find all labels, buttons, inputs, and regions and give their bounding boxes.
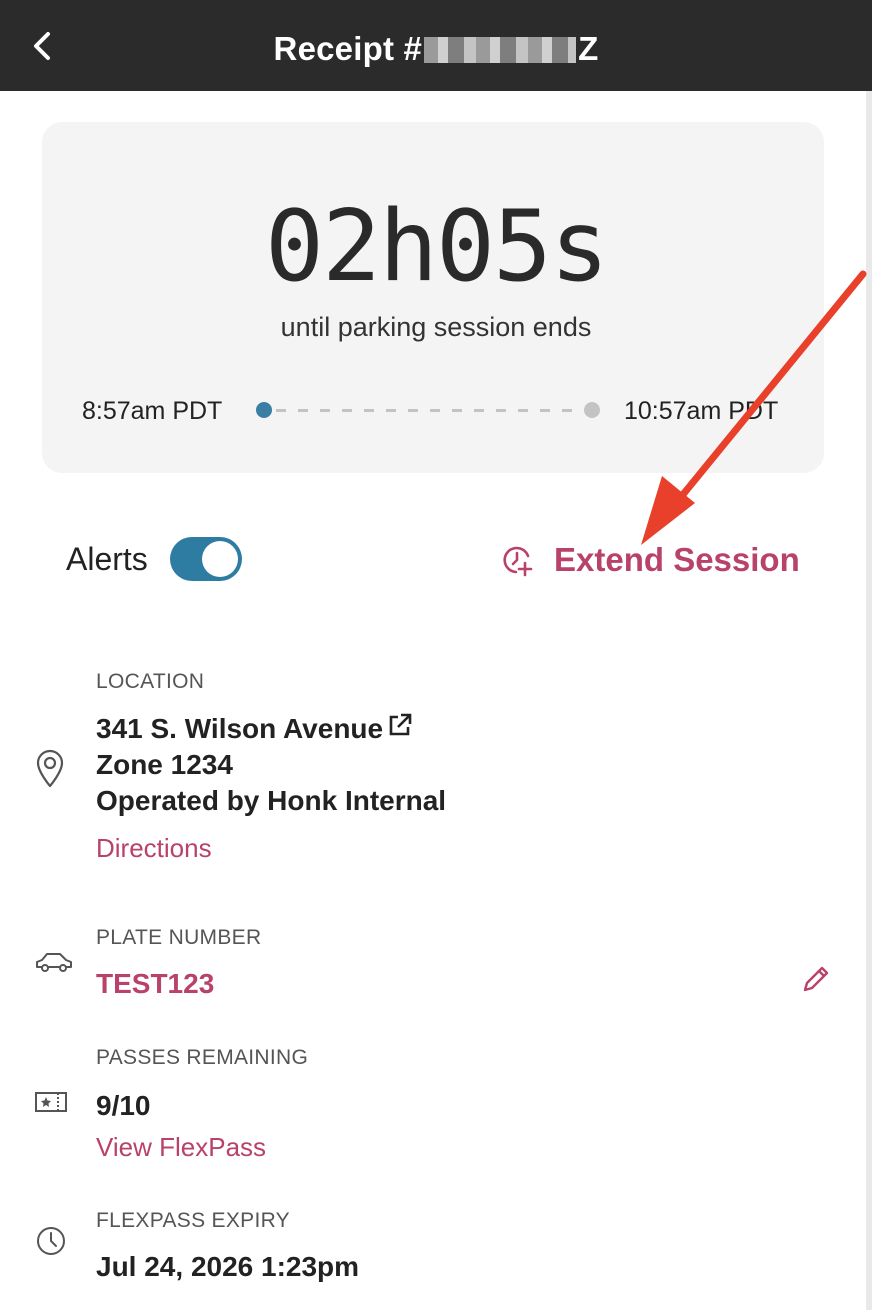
location-section: LOCATION 341 S. Wilson Avenue Zone 1234 … [96, 670, 446, 864]
clock-icon [37, 1227, 65, 1255]
timeline-start-dot [256, 402, 272, 418]
timeline-dashes [276, 409, 580, 412]
pencil-icon [803, 966, 829, 992]
passes-label: PASSES REMAINING [96, 1046, 309, 1069]
session-start-time: 8:57am PDT [82, 397, 223, 425]
passes-remaining-value: 9/10 [96, 1090, 151, 1121]
passes-section: PASSES REMAINING 9/10 View FlexPass [96, 1046, 308, 1163]
plate-section: PLATE NUMBER TEST123 [96, 926, 261, 1000]
session-end-time: 10:57am PDT [624, 397, 779, 425]
page-title: Receipt # Z [0, 30, 872, 68]
extend-session-label: Extend Session [554, 541, 800, 578]
location-operator: Operated by Honk Internal [96, 785, 447, 816]
expiry-section: FLEXPASS EXPIRY Jul 24, 2026 1:23pm [96, 1209, 359, 1283]
location-pin-icon [36, 749, 64, 788]
toggle-knob [202, 541, 238, 577]
redacted-receipt-number [424, 37, 577, 63]
receipt-title-suffix: Z [578, 30, 599, 67]
plate-number: TEST123 [96, 968, 215, 999]
view-flexpass-link[interactable]: View FlexPass [96, 1132, 308, 1163]
timeline-end-dot [584, 402, 600, 418]
session-timeline [256, 402, 600, 418]
ticket-icon [35, 1092, 67, 1112]
receipt-title-prefix: Receipt # [273, 30, 423, 67]
expiry-label: FLEXPASS EXPIRY [96, 1209, 290, 1232]
time-remaining: 02h05s [264, 190, 609, 304]
location-zone: Zone 1234 [96, 749, 233, 780]
top-app-bar: Receipt # Z [0, 0, 872, 91]
car-icon [36, 953, 72, 972]
clock-plus-icon [503, 546, 533, 577]
directions-link[interactable]: Directions [96, 833, 446, 864]
edit-plate-button[interactable] [800, 963, 832, 995]
alerts-label: Alerts [66, 541, 148, 577]
alerts-toggle[interactable] [170, 537, 242, 581]
location-address-line: 341 S. Wilson Avenue [96, 712, 446, 745]
plate-label: PLATE NUMBER [96, 926, 262, 949]
time-remaining-caption: until parking session ends [280, 312, 592, 342]
location-label: LOCATION [96, 670, 205, 693]
expiry-value: Jul 24, 2026 1:23pm [96, 1251, 360, 1282]
location-address: 341 S. Wilson Avenue [96, 713, 384, 744]
extend-session-button[interactable]: Extend Session [500, 538, 800, 582]
external-link-icon[interactable] [387, 712, 413, 738]
